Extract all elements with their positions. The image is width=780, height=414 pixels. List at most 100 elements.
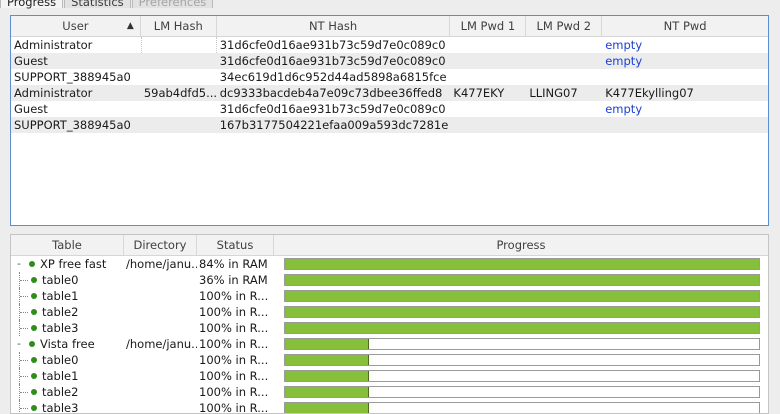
cell-table-name: table1 <box>11 288 124 304</box>
table-row[interactable]: table1 100% in R... <box>11 368 768 384</box>
table-name-label: table0 <box>42 273 79 287</box>
hash-row[interactable]: Administrator 59ab4dfd5... dc9333bacdeb4a7… <box>11 85 768 101</box>
column-header-lm-pwd-1[interactable]: LM Pwd 1 <box>450 16 527 36</box>
hash-table-header: User ▲ LM Hash NT Hash LM Pwd 1 LM Pwd 2… <box>11 16 768 37</box>
cell-status: 100% in R... <box>199 321 269 335</box>
cell-user: SUPPORT_388945a0 <box>14 118 131 132</box>
cell-progress <box>274 400 768 413</box>
cell-nt-pwd <box>602 117 768 133</box>
cell-lm-hash <box>140 37 217 53</box>
progress-bar-fill <box>285 339 369 349</box>
hash-row[interactable]: Administrator 31d6cfe0d16ae931b73c59d7e0c… <box>11 37 768 53</box>
green-dot-icon <box>29 261 35 267</box>
cell-directory: /home/janu... <box>126 337 197 351</box>
table-group-row[interactable]: - Vista free/home/janu... 100% in R... <box>11 336 768 352</box>
cell-nt-pwd: empty <box>605 54 643 68</box>
cell-nt-hash: 31d6cfe0d16ae931b73c59d7e0c089c0 <box>219 38 446 52</box>
cell-user: Guest <box>14 102 48 116</box>
column-header-table[interactable]: Table <box>11 235 124 255</box>
collapse-toggle-icon[interactable]: - <box>13 336 25 352</box>
tab-progress[interactable]: Progress <box>0 0 64 9</box>
cell-table-name: table2 <box>11 304 124 320</box>
cell-table-name: table0 <box>11 352 124 368</box>
table-name-label: table1 <box>42 289 79 303</box>
table-row[interactable]: table1 100% in R... <box>11 288 768 304</box>
tree-connector <box>19 320 31 336</box>
progress-bar <box>284 354 760 366</box>
cell-status: 100% in R... <box>199 401 269 414</box>
table-row[interactable]: table0 36% in RAM <box>11 272 768 288</box>
cell-lm-hash <box>141 53 217 69</box>
table-name-label: table2 <box>42 385 79 399</box>
sort-ascending-icon: ▲ <box>126 21 134 31</box>
cell-lm-hash <box>141 117 217 133</box>
cell-status: 100% in R... <box>199 369 269 383</box>
progress-bar-fill <box>285 307 759 317</box>
table-row[interactable]: table3 100% in R... <box>11 320 768 336</box>
green-dot-icon <box>31 277 37 283</box>
table-row[interactable]: table0 100% in R... <box>11 352 768 368</box>
column-header-nt-hash[interactable]: NT Hash <box>217 16 451 36</box>
table-row[interactable]: table2 100% in R... <box>11 304 768 320</box>
tree-connector <box>19 352 31 368</box>
cell-status: 84% in RAM <box>199 257 268 271</box>
cell-nt-hash: 167b3177504221efaa009a593dc7281e <box>219 118 449 132</box>
cell-directory <box>124 400 197 413</box>
table-row[interactable]: table2 100% in R... <box>11 384 768 400</box>
hash-row[interactable]: Guest 31d6cfe0d16ae931b73c59d7e0c089c0 emp… <box>11 101 768 117</box>
cell-status: 100% in R... <box>199 337 269 351</box>
cell-status: 36% in RAM <box>199 273 268 287</box>
column-header-status[interactable]: Status <box>197 235 274 255</box>
column-header-lm-hash[interactable]: LM Hash <box>141 16 217 36</box>
hash-row[interactable]: SUPPORT_388945a0 167b3177504221efaa009a59… <box>11 117 768 133</box>
table-group-row[interactable]: - XP free fast/home/janu... 84% in RAM <box>11 256 768 272</box>
cell-nt-hash: 31d6cfe0d16ae931b73c59d7e0c089c0 <box>219 102 446 116</box>
hash-row[interactable]: SUPPORT_388945a0 34ec619d1d6c952d44ad5898… <box>11 69 768 85</box>
cell-nt-pwd: empty <box>605 38 643 52</box>
cell-lm-pwd-1 <box>450 53 526 69</box>
column-header-directory[interactable]: Directory <box>124 235 197 255</box>
column-header-progress[interactable]: Progress <box>274 235 768 255</box>
hash-table[interactable]: User ▲ LM Hash NT Hash LM Pwd 1 LM Pwd 2… <box>10 15 769 226</box>
progress-bar-fill <box>285 323 759 333</box>
progress-bar <box>284 370 760 382</box>
cell-user: Guest <box>14 54 48 68</box>
cell-lm-hash: 59ab4dfd5... <box>143 86 217 100</box>
progress-bar <box>284 402 760 413</box>
cell-table-name: table3 <box>11 320 124 336</box>
progress-bar-fill <box>285 291 759 301</box>
progress-bar-fill <box>285 387 369 397</box>
progress-bar <box>284 274 760 286</box>
collapse-toggle-icon[interactable]: - <box>13 256 25 272</box>
cell-directory <box>124 288 197 304</box>
tree-connector <box>19 272 31 288</box>
cell-lm-hash <box>141 101 217 117</box>
rainbow-table-list[interactable]: Table Directory Status Progress - XP free… <box>10 234 769 414</box>
cell-directory <box>124 272 197 288</box>
cell-lm-pwd-1 <box>450 101 526 117</box>
cell-table-name: - XP free fast <box>11 256 124 272</box>
cell-lm-pwd-1 <box>450 37 526 53</box>
column-header-lm-pwd-2[interactable]: LM Pwd 2 <box>526 16 603 36</box>
green-dot-icon <box>31 293 37 299</box>
table-name-label: table2 <box>42 305 79 319</box>
column-header-user[interactable]: User ▲ <box>11 16 141 36</box>
progress-bar <box>284 322 760 334</box>
green-dot-icon <box>31 389 37 395</box>
cell-nt-hash: 31d6cfe0d16ae931b73c59d7e0c089c0 <box>219 54 446 68</box>
hash-row[interactable]: Guest 31d6cfe0d16ae931b73c59d7e0c089c0 emp… <box>11 53 768 69</box>
progress-bar <box>284 306 760 318</box>
cell-progress <box>274 336 768 352</box>
column-header-nt-pwd[interactable]: NT Pwd <box>602 16 768 36</box>
tab-statistics[interactable]: Statistics <box>64 0 131 9</box>
cell-nt-pwd: K477Ekylling07 <box>605 86 694 100</box>
cell-lm-pwd-2 <box>526 37 602 53</box>
tree-connector <box>19 304 31 320</box>
cell-lm-pwd-2: LLING07 <box>529 86 578 100</box>
cell-lm-hash <box>141 69 217 85</box>
table-row[interactable]: table3 100% in R... <box>11 400 768 414</box>
cell-lm-pwd-1: K477EKY <box>453 86 505 100</box>
table-name-label: table3 <box>42 401 79 414</box>
tree-connector <box>19 288 31 304</box>
cell-nt-pwd <box>602 69 768 85</box>
